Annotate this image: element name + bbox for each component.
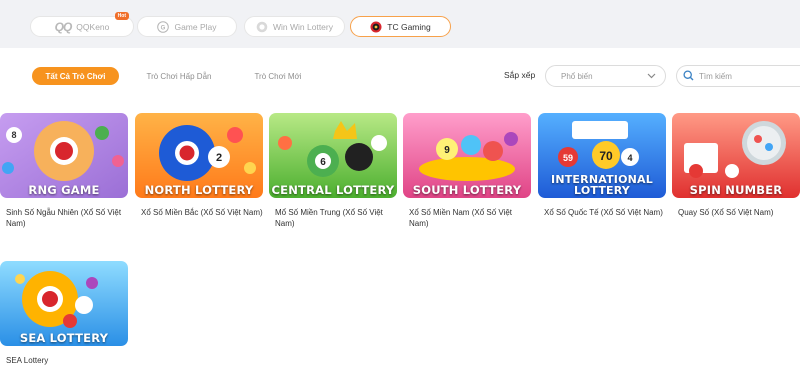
game-card-international-lottery[interactable]: 59 70 4 INTERNATIONAL LOTTERY Xổ Số Quốc…	[538, 113, 666, 218]
game-thumbnail[interactable]: SEA LOTTERY	[0, 261, 128, 346]
game-banner-title: SEA LOTTERY	[19, 331, 109, 345]
provider-label: Win Win Lottery	[273, 21, 333, 32]
category-tab-all-games[interactable]: Tất Cả Trò Chơi	[32, 67, 119, 85]
provider-label: Game Play	[174, 21, 217, 32]
game-thumbnail[interactable]: 59 70 4 INTERNATIONAL LOTTERY	[538, 113, 666, 198]
game-name[interactable]: Quay Số (Xổ Số Việt Nam)	[672, 207, 800, 218]
svg-text:G: G	[161, 25, 166, 31]
provider-tab-tc-gaming[interactable]: TC Gaming	[350, 16, 451, 37]
game-banner-title: NORTH LOTTERY	[144, 183, 254, 197]
provider-tab-win-win-lottery[interactable]: Win Win Lottery	[244, 16, 345, 37]
winwin-logo-icon	[256, 21, 268, 33]
provider-tab-game-play[interactable]: G Game Play	[137, 16, 237, 37]
svg-text:4: 4	[627, 153, 632, 163]
chevron-down-icon	[647, 72, 656, 81]
game-card-spin-number[interactable]: SPIN NUMBER Quay Số (Xổ Số Việt Nam)	[672, 113, 800, 218]
svg-text:2: 2	[216, 152, 222, 164]
svg-text:6: 6	[320, 157, 326, 168]
category-tab-new[interactable]: Trò Chơi Mới	[246, 67, 310, 85]
game-card-north-lottery[interactable]: 2 NORTH LOTTERY Xổ Số Miền Bắc (Xổ Số Vi…	[135, 113, 263, 218]
svg-text:70: 70	[599, 149, 613, 163]
sort-label: Sắp xếp	[504, 70, 536, 80]
gameplay-logo-icon: G	[157, 20, 170, 33]
svg-text:59: 59	[563, 153, 573, 163]
filter-bar: Tất Cả Trò Chơi Trò Chơi Hấp Dẫn Trò Chơ…	[0, 60, 800, 92]
game-card-rng-game[interactable]: 8 RNG GAME Sinh Số Ngẫu Nhiên (Xổ Số Việ…	[0, 113, 128, 229]
game-name[interactable]: Xổ Số Quốc Tế (Xổ Số Việt Nam)	[538, 207, 666, 218]
game-name[interactable]: Mổ Số Miền Trung (Xổ Số Việt Nam)	[269, 207, 397, 229]
category-tab-featured[interactable]: Trò Chơi Hấp Dẫn	[138, 67, 220, 85]
provider-bar: QQ QQKeno Hot G Game Play Win Win Lotter…	[0, 0, 800, 48]
tc-gaming-logo-icon	[370, 21, 382, 33]
game-name[interactable]: Xổ Số Miền Bắc (Xổ Số Việt Nam)	[135, 207, 263, 218]
provider-label: TC Gaming	[387, 21, 431, 32]
game-thumbnail[interactable]: 9 SOUTH LOTTERY	[403, 113, 531, 198]
game-name[interactable]: Sinh Số Ngẫu Nhiên (Xổ Số Việt Nam)	[0, 207, 128, 229]
search-icon	[683, 69, 694, 83]
qq-logo-icon: QQ	[54, 19, 73, 34]
provider-tab-qqkeno[interactable]: QQ QQKeno Hot	[30, 12, 134, 37]
game-thumbnail[interactable]: 2 NORTH LOTTERY	[135, 113, 263, 198]
game-banner-title: INTERNATIONAL LOTTERY	[551, 173, 653, 197]
game-thumbnail[interactable]: 6 CENTRAL LOTTERY	[269, 113, 397, 198]
game-card-sea-lottery[interactable]: SEA LOTTERY SEA Lottery	[0, 261, 128, 366]
sort-value: Phổ biến	[561, 71, 593, 81]
search-input[interactable]: Tìm kiếm	[676, 65, 800, 87]
sort-select[interactable]: Phổ biến	[545, 65, 666, 87]
game-name[interactable]: SEA Lottery	[0, 355, 128, 366]
provider-label: QQKeno	[76, 21, 110, 32]
game-thumbnail[interactable]: SPIN NUMBER	[672, 113, 800, 198]
game-banner-title: SOUTH LOTTERY	[412, 183, 522, 197]
game-thumbnail[interactable]: 8 RNG GAME	[0, 113, 128, 198]
game-banner-title: RNG GAME	[28, 183, 100, 197]
search-placeholder: Tìm kiếm	[699, 71, 732, 81]
game-banner-title: SPIN NUMBER	[689, 183, 783, 197]
game-card-central-lottery[interactable]: 6 CENTRAL LOTTERY Mổ Số Miền Trung (Xổ S…	[269, 113, 397, 229]
game-card-south-lottery[interactable]: 9 SOUTH LOTTERY Xổ Số Miền Nam (Xổ Số Vi…	[403, 113, 531, 229]
game-name[interactable]: Xổ Số Miền Nam (Xổ Số Việt Nam)	[403, 207, 531, 229]
svg-text:9: 9	[444, 145, 450, 156]
hot-badge: Hot	[114, 12, 129, 20]
game-banner-title: CENTRAL LOTTERY	[271, 183, 395, 197]
svg-text:8: 8	[11, 130, 16, 140]
